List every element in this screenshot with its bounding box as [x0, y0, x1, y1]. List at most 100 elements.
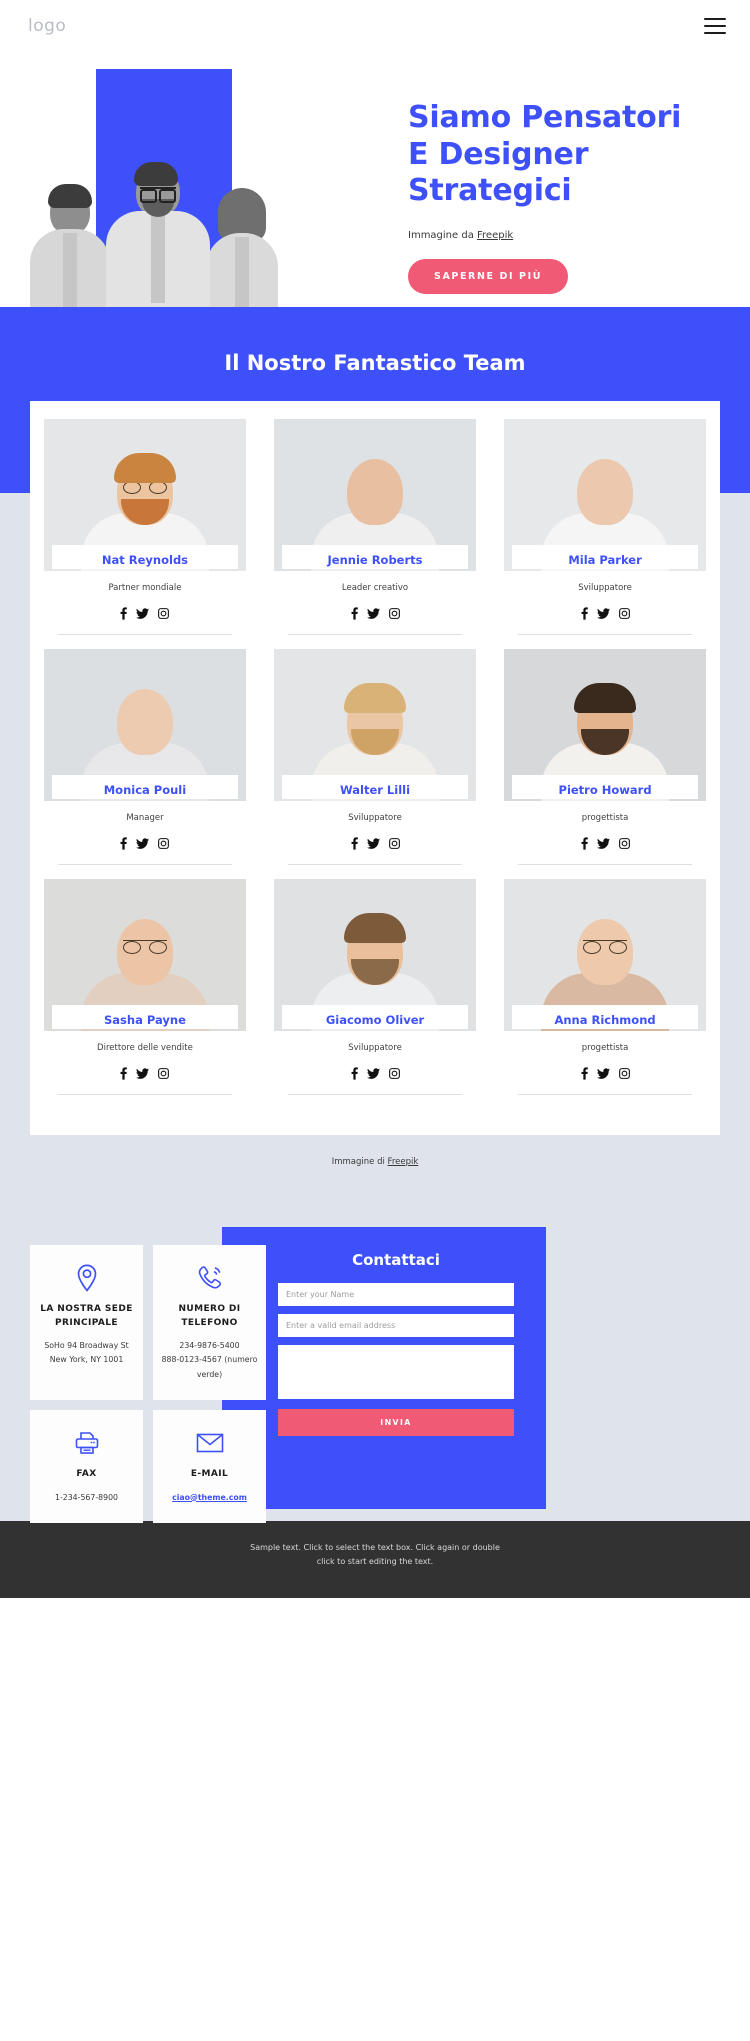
hero-person-right: [206, 188, 278, 307]
member-name: Jennie Roberts: [327, 553, 423, 567]
instagram-icon[interactable]: [618, 1068, 630, 1079]
member-role: Sviluppatore: [348, 1043, 402, 1053]
facebook-icon[interactable]: [351, 1067, 358, 1080]
email-input[interactable]: [278, 1314, 514, 1337]
burger-bar-1: [704, 18, 726, 21]
member-namebox: Monica Pouli: [52, 775, 238, 799]
member-role: progettista: [581, 1043, 629, 1053]
instagram-icon[interactable]: [158, 608, 170, 619]
instagram-icon[interactable]: [388, 838, 400, 849]
member-photo-hair: [113, 453, 176, 483]
contact-card-lines: ciao@theme.com: [161, 1491, 258, 1505]
twitter-icon[interactable]: [136, 608, 150, 619]
person-hair: [134, 162, 178, 186]
team-heading: Il Nostro Fantastico Team: [224, 351, 526, 375]
team-row: Monica Pouli Manager Walter Lilli Svilup…: [44, 649, 706, 879]
member-divider: [518, 864, 692, 865]
team-member-card[interactable]: Walter Lilli Sviluppatore: [274, 649, 476, 879]
team-member-card[interactable]: Mila Parker Sviluppatore: [504, 419, 706, 649]
twitter-icon[interactable]: [366, 838, 380, 849]
team-credit-link[interactable]: Freepik: [388, 1157, 419, 1167]
member-role: Manager: [126, 813, 164, 823]
hero-cta-button[interactable]: SAPERNE DI PIÙ: [408, 258, 569, 294]
team-member-card[interactable]: Sasha Payne Direttore delle vendite: [44, 879, 246, 1109]
member-socials: [274, 607, 476, 620]
member-name: Monica Pouli: [103, 783, 187, 797]
member-role: progettista: [581, 813, 629, 823]
facebook-icon[interactable]: [120, 607, 128, 620]
member-photo-hair: [574, 683, 637, 713]
person-head: [134, 162, 180, 217]
contact-card-email: E-MAIL ciao@theme.com: [153, 1410, 266, 1524]
member-photo-head: [347, 459, 403, 525]
member-photo-hair: [344, 913, 406, 943]
team-member-card[interactable]: Nat Reynolds Partner mondiale: [44, 419, 246, 649]
instagram-icon[interactable]: [158, 1068, 170, 1079]
facebook-icon[interactable]: [581, 607, 588, 620]
twitter-icon[interactable]: [136, 838, 150, 849]
submit-button[interactable]: INVIA: [278, 1409, 514, 1436]
member-role: Sviluppatore: [578, 583, 632, 593]
footer-line-2: click to start editing the text.: [316, 1556, 434, 1566]
member-namebox: Mila Parker: [512, 545, 698, 569]
instagram-icon[interactable]: [158, 838, 170, 849]
name-input[interactable]: [278, 1283, 514, 1306]
location-pin-icon: [38, 1261, 135, 1295]
facebook-icon[interactable]: [581, 837, 588, 850]
page-root: logo Siamo Pensatori E Designer Strategi…: [0, 0, 750, 1599]
member-role: Partner mondiale: [108, 583, 182, 593]
contact-card-lines: 234-9876-5400 888-0123-4567 (numero verd…: [161, 1339, 258, 1382]
team-member-card[interactable]: Monica Pouli Manager: [44, 649, 246, 879]
member-socials: [274, 1067, 476, 1080]
member-namebox: Walter Lilli: [282, 775, 468, 799]
twitter-icon[interactable]: [596, 1068, 610, 1079]
message-input[interactable]: [278, 1345, 514, 1399]
instagram-icon[interactable]: [388, 608, 400, 619]
twitter-icon[interactable]: [366, 1068, 380, 1079]
instagram-icon[interactable]: [618, 608, 630, 619]
site-footer: Sample text. Click to select the text bo…: [0, 1521, 750, 1599]
member-namebox: Anna Richmond: [512, 1005, 698, 1029]
burger-bar-2: [704, 24, 726, 28]
contact-card-fax: FAX 1-234-567-8900: [30, 1410, 143, 1524]
member-divider: [58, 634, 232, 635]
member-name: Sasha Payne: [104, 1013, 186, 1027]
member-namebox: Pietro Howard: [512, 775, 698, 799]
member-name: Anna Richmond: [554, 1013, 656, 1027]
hero-title: Siamo Pensatori E Designer Strategici: [408, 100, 718, 210]
contact-card-phone: NUMERO DI TELEFONO 234-9876-5400 888-012…: [153, 1245, 266, 1401]
instagram-icon[interactable]: [388, 1068, 400, 1079]
team-member-card[interactable]: Giacomo Oliver Sviluppatore: [274, 879, 476, 1109]
twitter-icon[interactable]: [136, 1068, 150, 1079]
facebook-icon[interactable]: [581, 1067, 588, 1080]
member-namebox: Nat Reynolds: [52, 545, 238, 569]
twitter-icon[interactable]: [366, 608, 380, 619]
contact-card-title: LA NOSTRA SEDE PRINCIPALE: [40, 1304, 133, 1328]
member-divider: [58, 864, 232, 865]
email-address-link[interactable]: ciao@theme.com: [172, 1493, 247, 1502]
twitter-icon[interactable]: [596, 608, 610, 619]
hero-credit-link[interactable]: Freepik: [477, 230, 513, 241]
hero-title-line-2: E Designer: [408, 136, 589, 172]
eyeglasses-icon: [583, 940, 628, 954]
team-row: Sasha Payne Direttore delle vendite Giac…: [44, 879, 706, 1109]
contact-card-line-1: SoHo 94 Broadway St: [44, 1341, 129, 1350]
twitter-icon[interactable]: [596, 838, 610, 849]
facebook-icon[interactable]: [351, 837, 358, 850]
facebook-icon[interactable]: [120, 1067, 128, 1080]
member-photo-head: [116, 689, 173, 755]
team-grid: Nat Reynolds Partner mondiale Jennie Rob…: [30, 401, 720, 1135]
facebook-icon[interactable]: [120, 837, 128, 850]
contact-card-line-2: 888-0123-4567 (numero verde): [161, 1355, 258, 1379]
instagram-icon[interactable]: [618, 838, 630, 849]
hamburger-menu-icon[interactable]: [704, 18, 726, 34]
hero-person-left: [30, 184, 110, 307]
site-logo[interactable]: logo: [28, 16, 66, 36]
facebook-icon[interactable]: [351, 607, 358, 620]
team-member-card[interactable]: Anna Richmond progettista: [504, 879, 706, 1109]
member-name: Giacomo Oliver: [325, 1013, 425, 1027]
team-credit-prefix: Immagine di: [331, 1157, 388, 1167]
team-member-card[interactable]: Pietro Howard progettista: [504, 649, 706, 879]
contact-form-title: Contattaci: [352, 1251, 440, 1269]
team-member-card[interactable]: Jennie Roberts Leader creativo: [274, 419, 476, 649]
